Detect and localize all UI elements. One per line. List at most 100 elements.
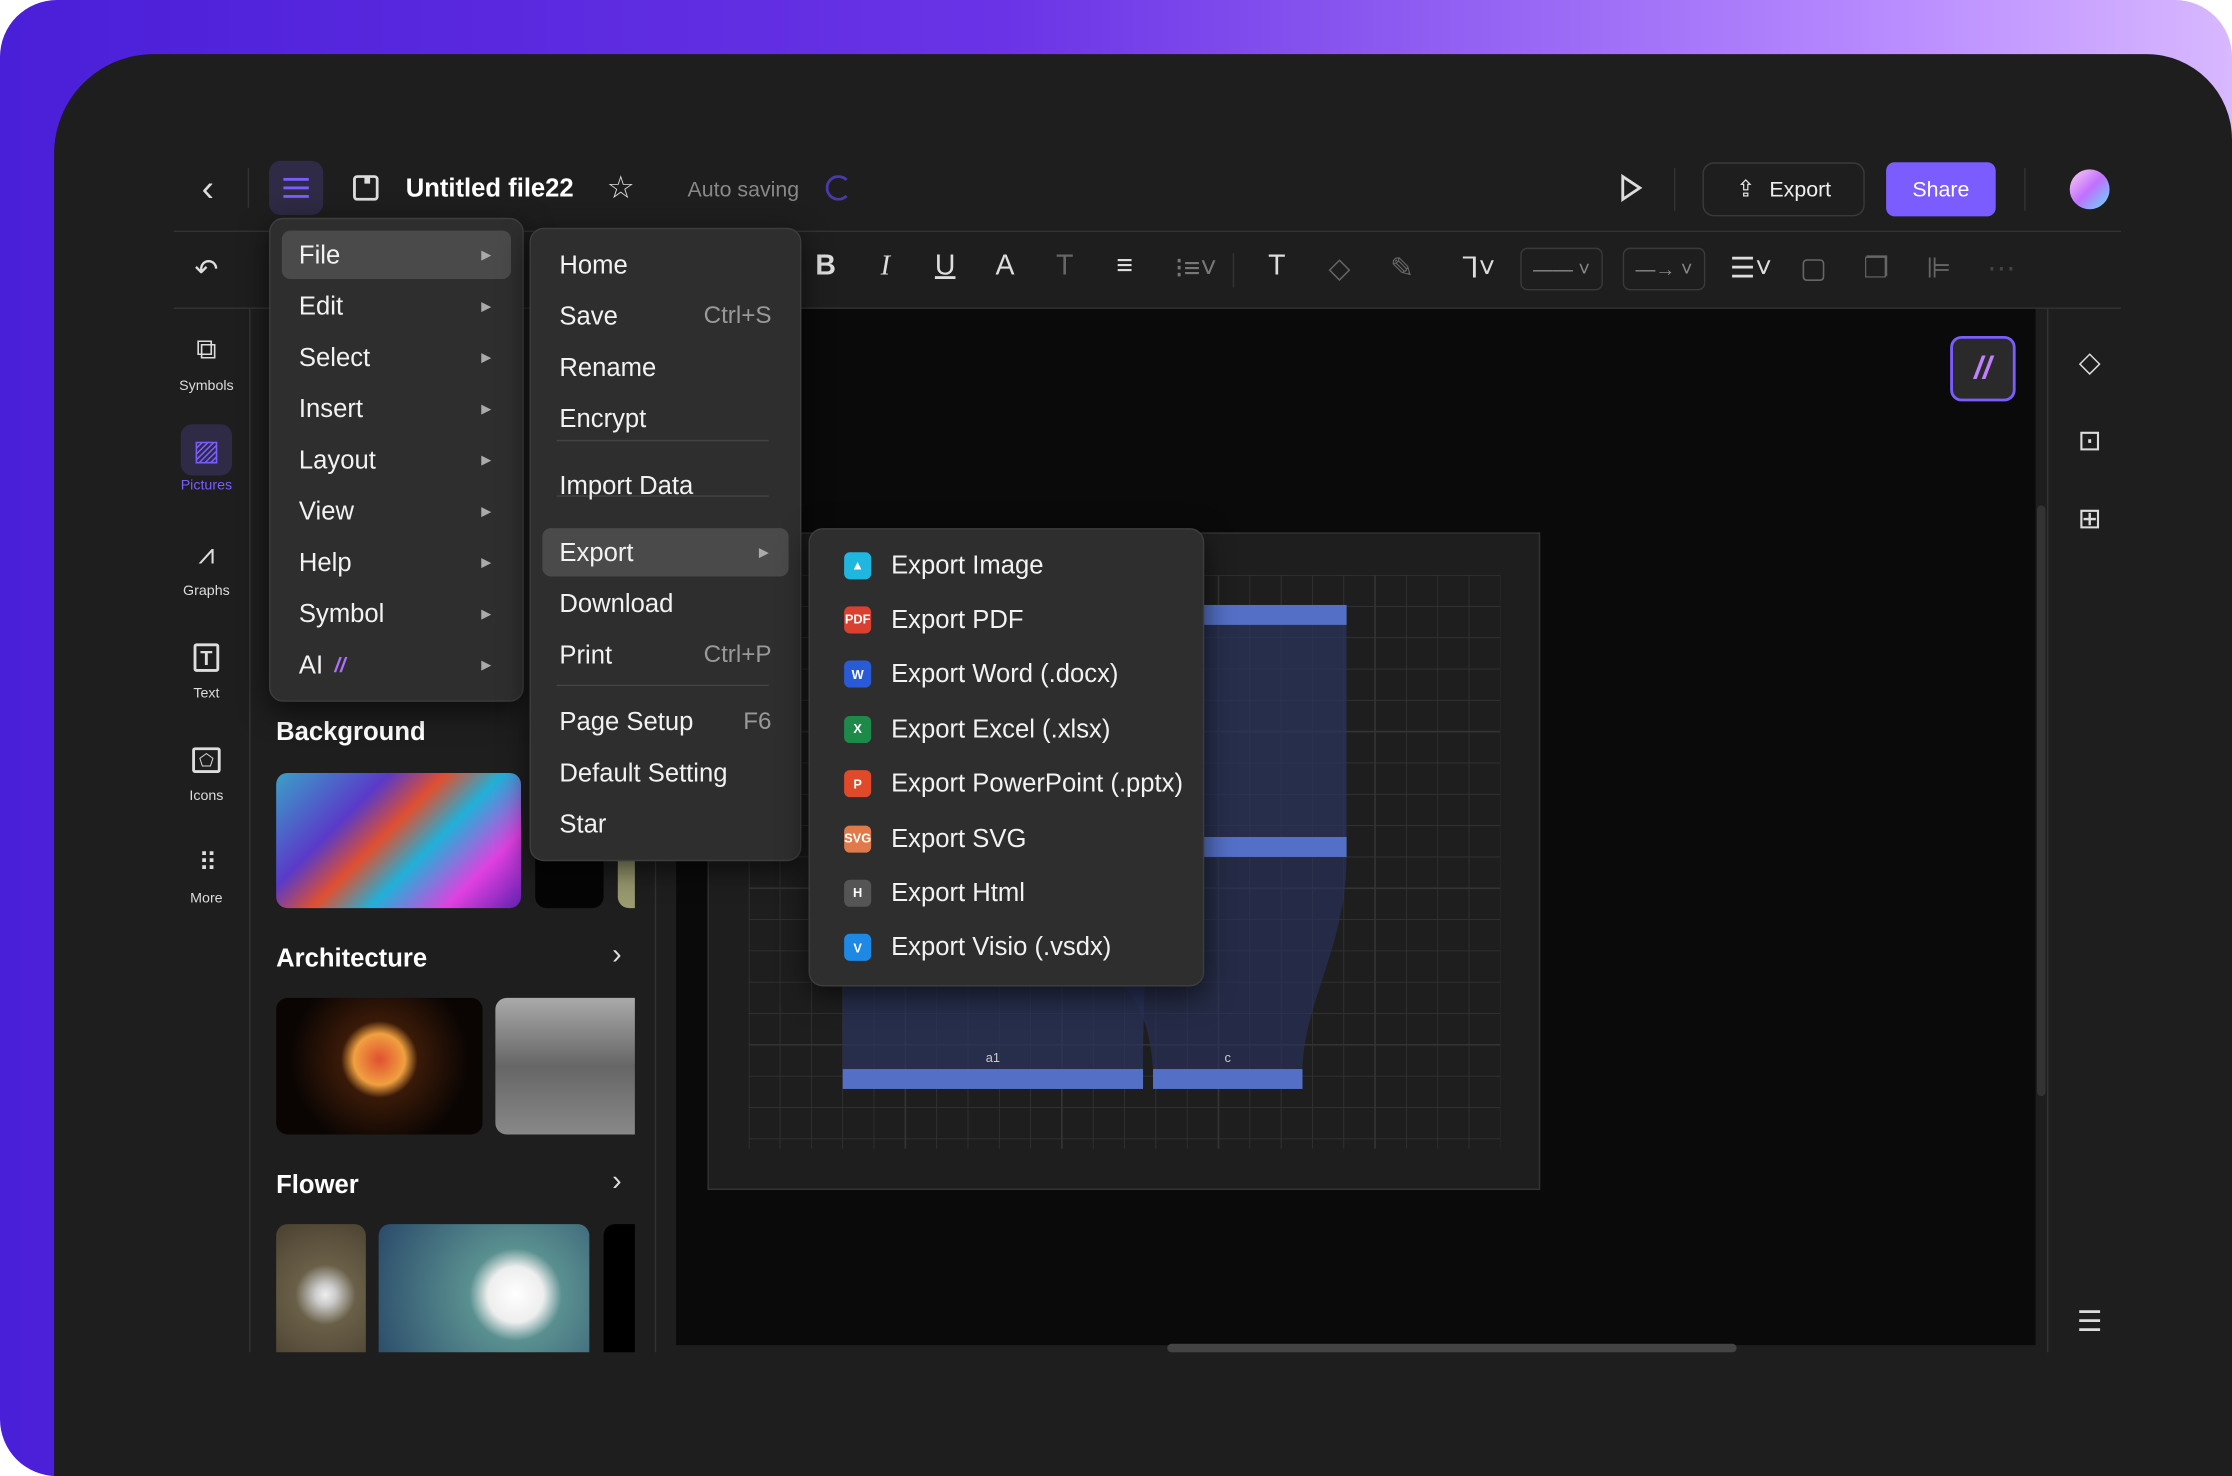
- page-settings-icon[interactable]: ⊡: [2070, 420, 2110, 460]
- file-menu-item-star[interactable]: Star: [542, 800, 788, 848]
- menu-item-help[interactable]: Help ▶: [282, 538, 511, 586]
- back-button[interactable]: ‹: [188, 166, 228, 209]
- file-menu-item-encrypt[interactable]: Encrypt: [542, 394, 788, 442]
- diagram-node-c: [1153, 1069, 1303, 1089]
- architecture-thumbnail[interactable]: [495, 997, 635, 1135]
- text-icon: T: [181, 632, 232, 683]
- bold-button[interactable]: B: [809, 251, 843, 284]
- line-weight-dropdown[interactable]: ☰˅: [1725, 251, 1776, 287]
- italic-button[interactable]: I: [868, 251, 902, 284]
- line-spacing-dropdown[interactable]: ⁝≡˅: [1170, 251, 1221, 287]
- file-menu-item-export[interactable]: Export ▶: [542, 528, 789, 577]
- menu-button[interactable]: [269, 160, 324, 215]
- play-button[interactable]: [1614, 171, 1648, 205]
- x-file-icon: X: [844, 715, 872, 743]
- flower-thumbnail[interactable]: [276, 1224, 366, 1353]
- svg-file-icon: SVG: [844, 824, 871, 852]
- ai-assistant-button[interactable]: //: [1950, 335, 2016, 402]
- section-title-flower: Flower: [276, 1170, 359, 1199]
- export-menu-item[interactable]: X Export Excel (.xlsx): [821, 705, 1191, 753]
- send-back-button[interactable]: ❐: [1859, 251, 1893, 287]
- export-menu-item[interactable]: H Export Html: [821, 869, 1191, 917]
- flower-thumbnail[interactable]: [378, 1224, 590, 1353]
- rail-symbols[interactable]: ⧉ Symbols: [174, 325, 239, 394]
- diagram-node-a1: [842, 1069, 1144, 1089]
- menu-item-edit[interactable]: Edit ▶: [282, 282, 511, 330]
- more-options-button[interactable]: ⋯: [1984, 251, 2018, 287]
- file-menu-item-page-setup[interactable]: Page Setup F6: [542, 698, 788, 746]
- bring-front-button[interactable]: ▢: [1796, 251, 1830, 287]
- rail-text[interactable]: T Text: [174, 632, 239, 702]
- chevron-right-icon: ▶: [481, 554, 492, 569]
- hamburger-icon: [283, 177, 309, 198]
- arrow-style-dropdown[interactable]: —→ ˅: [1622, 247, 1706, 291]
- font-color-button[interactable]: A: [988, 251, 1022, 284]
- pdf-file-icon: PDF: [844, 606, 872, 634]
- menu-item-ai[interactable]: AI//▶: [282, 641, 511, 689]
- share-upload-icon: ⇪: [1736, 177, 1756, 203]
- flower-thumbnail[interactable]: [603, 1224, 635, 1353]
- chevron-right-icon: ▶: [481, 349, 492, 364]
- underline-button[interactable]: U: [928, 251, 962, 284]
- avatar[interactable]: [2069, 169, 2110, 210]
- file-menu-item-print[interactable]: Print Ctrl+P: [542, 631, 788, 679]
- section-title-background: Background: [276, 717, 426, 746]
- shortcut-label: Ctrl+S: [703, 301, 772, 329]
- menu-item-insert[interactable]: Insert ▶: [282, 384, 511, 432]
- export-menu-item[interactable]: SVG Export SVG: [821, 814, 1191, 862]
- node-label: a1: [986, 1050, 1000, 1065]
- file-title[interactable]: Untitled file22: [406, 174, 574, 204]
- connector-dropdown[interactable]: ⅂˅: [1455, 251, 1503, 287]
- text-style-button[interactable]: T: [1048, 251, 1082, 284]
- undo-button[interactable]: ↶: [188, 251, 225, 288]
- share-button[interactable]: Share: [1886, 162, 1996, 217]
- export-button[interactable]: ⇪ Export: [1702, 162, 1865, 217]
- text-tool-button[interactable]: T: [1260, 251, 1294, 284]
- save-icon[interactable]: [349, 171, 383, 205]
- rail-graphs[interactable]: ⩘ Graphs: [174, 530, 239, 599]
- fill-button[interactable]: ◇: [1322, 251, 1356, 287]
- vertical-scrollbar[interactable]: [2036, 505, 2046, 1097]
- p-file-icon: P: [844, 770, 872, 798]
- list-settings-icon[interactable]: ☰: [2070, 1301, 2110, 1341]
- menu-item-file[interactable]: File ▶: [281, 230, 512, 280]
- chevron-right-icon[interactable]: ›: [612, 939, 621, 972]
- menu-item-layout[interactable]: Layout ▶: [282, 436, 511, 484]
- menu-item-select[interactable]: Select ▶: [282, 333, 511, 381]
- file-menu-item-home[interactable]: Home: [542, 241, 788, 289]
- line-style-dropdown[interactable]: —— ˅: [1520, 247, 1603, 291]
- architecture-thumbnail[interactable]: [276, 997, 483, 1135]
- v-file-icon: V: [844, 934, 872, 962]
- file-menu-item-download[interactable]: Download: [542, 579, 788, 627]
- grid-layout-icon[interactable]: ⊞: [2070, 498, 2110, 538]
- menu-divider: [556, 684, 769, 687]
- align-button[interactable]: ≡: [1107, 251, 1141, 284]
- menu-item-view[interactable]: View ▶: [282, 487, 511, 535]
- star-icon[interactable]: ☆: [604, 169, 638, 205]
- file-menu-item-import-data[interactable]: Import Data: [542, 461, 788, 509]
- export-menu-item[interactable]: P Export PowerPoint (.pptx): [821, 760, 1191, 808]
- chevron-right-icon: ▶: [481, 503, 492, 518]
- brush-button[interactable]: ✎: [1385, 251, 1419, 287]
- export-menu-item[interactable]: ▲ Export Image: [821, 541, 1191, 589]
- export-menu-item[interactable]: W Export Word (.docx): [821, 650, 1191, 698]
- background-thumbnail[interactable]: [276, 772, 521, 909]
- symbols-icon: ⧉: [196, 333, 217, 366]
- rail-more[interactable]: ⠿ More: [174, 837, 239, 907]
- rail-pictures[interactable]: ▨ Pictures: [174, 424, 239, 494]
- main-menu: File ▶ Edit ▶ Select ▶ Insert ▶ Layout ▶ View ▶ Help…: [269, 217, 524, 702]
- h-file-icon: H: [844, 879, 872, 907]
- file-menu-item-default-setting[interactable]: Default Setting: [542, 749, 788, 797]
- shortcut-label: Ctrl+P: [703, 640, 772, 668]
- horizontal-scrollbar[interactable]: [1167, 1343, 1737, 1353]
- export-menu-item[interactable]: PDF Export PDF: [821, 596, 1191, 644]
- rail-icons[interactable]: ⬠ Icons: [174, 735, 239, 804]
- file-menu-item-rename[interactable]: Rename: [542, 343, 788, 391]
- menu-item-symbol[interactable]: Symbol ▶: [282, 589, 511, 637]
- ai-logo-icon: //: [334, 653, 346, 677]
- export-menu-item[interactable]: V Export Visio (.vsdx): [821, 924, 1191, 972]
- file-menu-item-save[interactable]: Save Ctrl+S: [542, 292, 788, 340]
- chevron-right-icon[interactable]: ›: [612, 1166, 621, 1199]
- align-objects-button[interactable]: ⊫: [1922, 251, 1956, 287]
- fill-paint-icon[interactable]: ◇: [2070, 342, 2110, 382]
